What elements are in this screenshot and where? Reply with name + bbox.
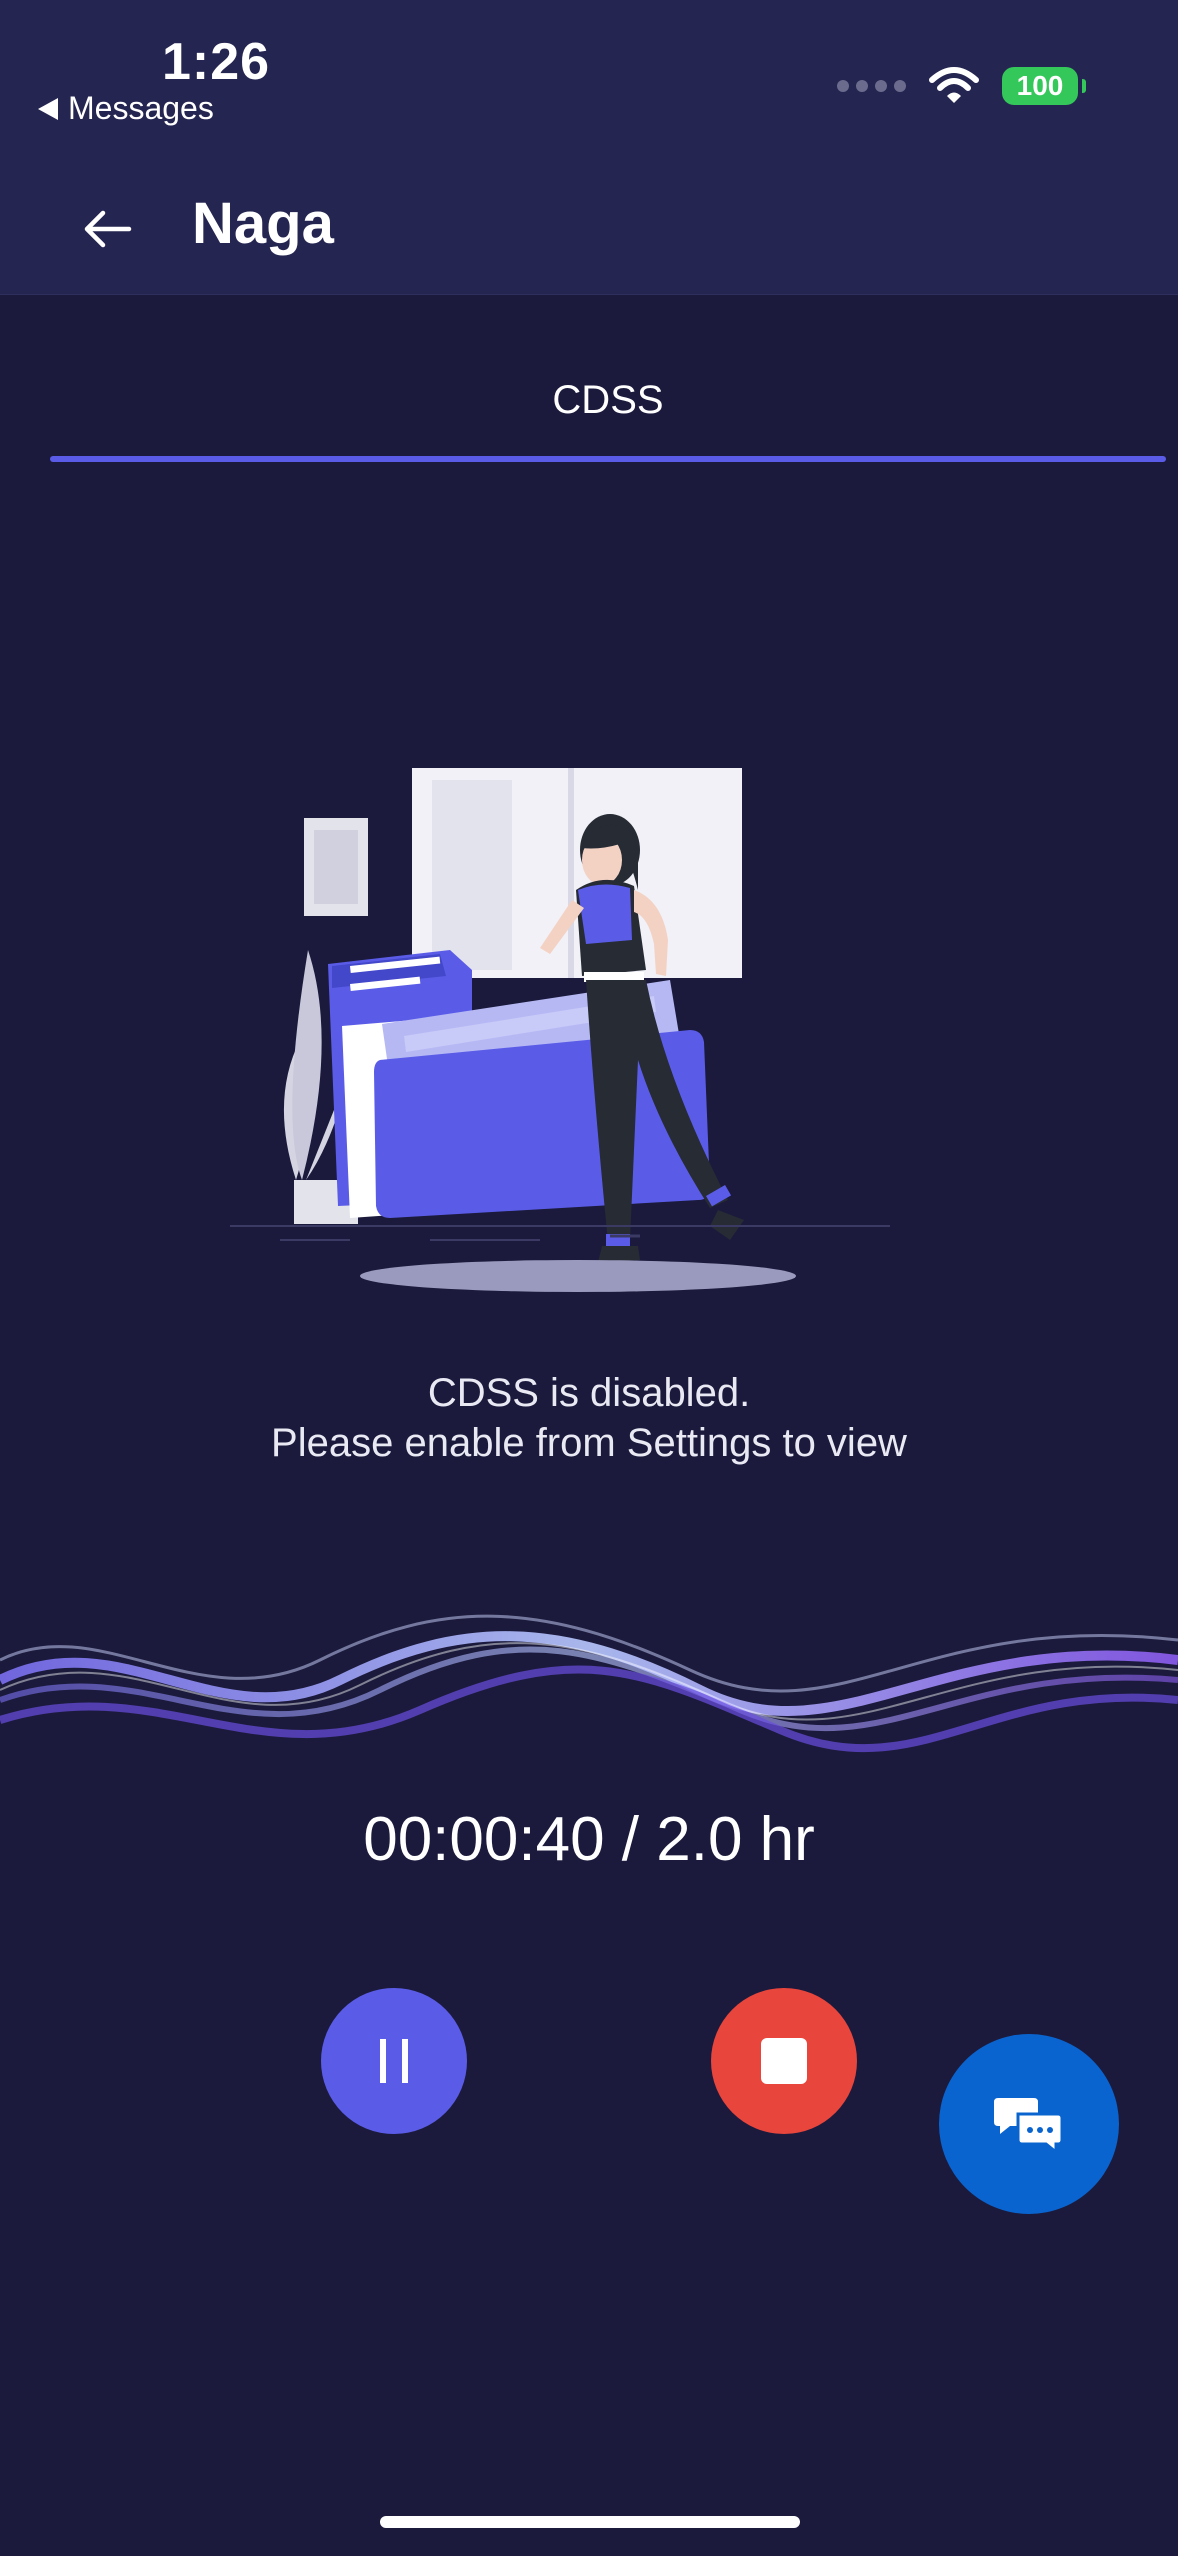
message-line-1: CDSS is disabled.: [427, 1371, 751, 1415]
chat-button[interactable]: [939, 2034, 1119, 2214]
message-line-2: Please enable from Settings to view: [271, 1421, 907, 1465]
app-header: 1:26 Messages 100 Naga: [0, 0, 1178, 295]
tab-cdss[interactable]: CDSS: [50, 340, 1166, 462]
back-triangle-icon: [38, 97, 58, 120]
status-indicators: 100: [837, 66, 1086, 106]
page-title: Naga: [192, 191, 334, 256]
tab-active-indicator: [50, 456, 1166, 462]
status-back-to-app[interactable]: Messages: [38, 90, 214, 127]
audio-waveform: [0, 1614, 1178, 1753]
tab-cdss-label: CDSS: [552, 378, 664, 422]
pause-icon: [380, 2039, 408, 2083]
recording-timer: 00:00:40 / 2.0 hr: [363, 1805, 815, 1874]
empty-state-illustration: [230, 768, 890, 1292]
signal-dots-icon: [837, 80, 906, 92]
stop-button[interactable]: [711, 1988, 857, 2134]
back-button[interactable]: [72, 194, 142, 264]
battery-indicator: 100: [1002, 67, 1086, 105]
wifi-icon: [929, 67, 979, 103]
home-indicator: [380, 2516, 800, 2528]
chat-bubbles-icon: [994, 2098, 1064, 2154]
status-back-label: Messages: [68, 90, 214, 126]
stop-icon: [761, 2038, 807, 2084]
pause-button[interactable]: [321, 1988, 467, 2134]
cdss-disabled-message: CDSS is disabled. Please enable from Set…: [0, 1368, 1178, 1468]
status-time: 1:26: [162, 33, 271, 91]
arrow-left-icon: [84, 210, 132, 248]
